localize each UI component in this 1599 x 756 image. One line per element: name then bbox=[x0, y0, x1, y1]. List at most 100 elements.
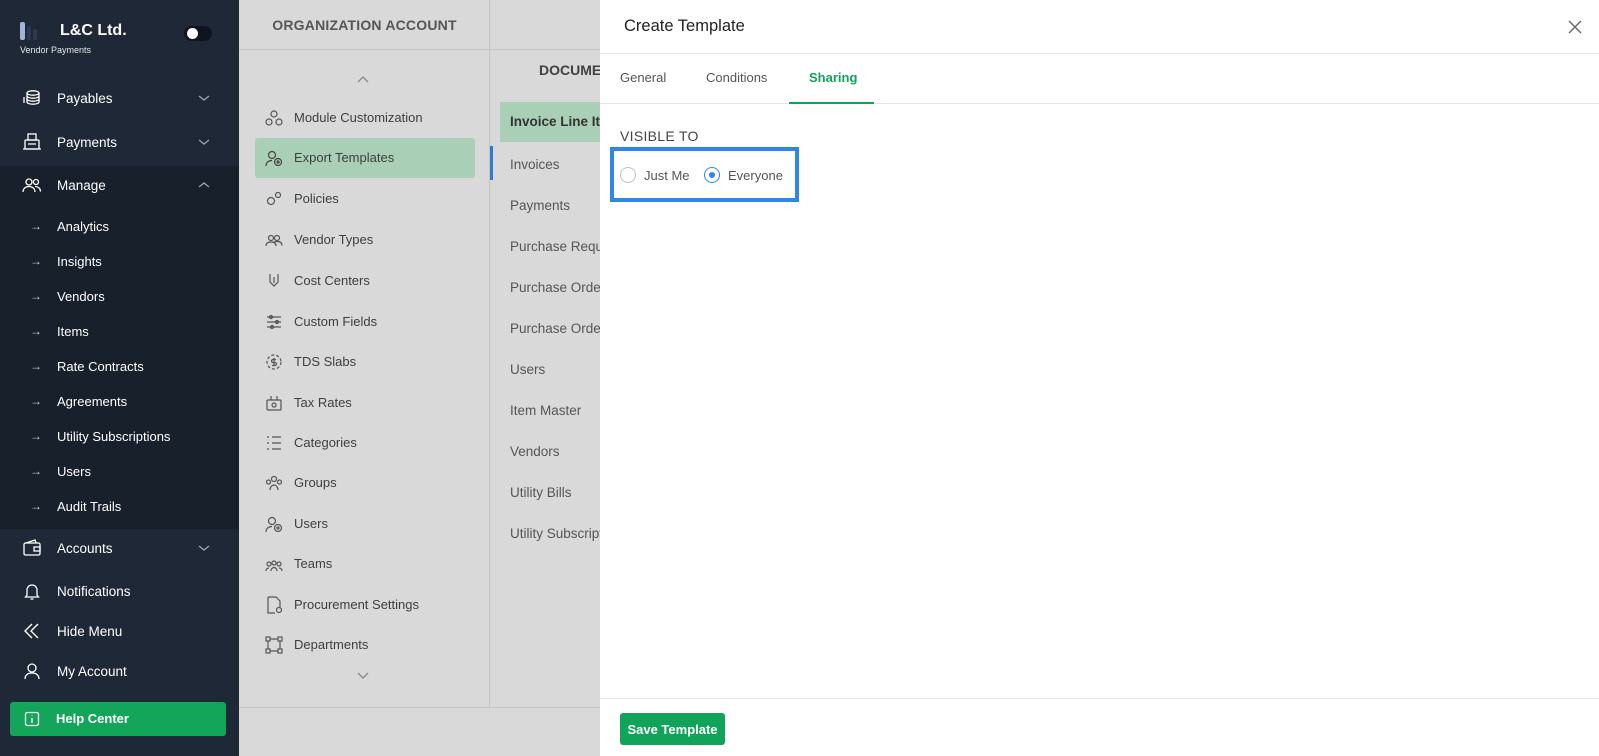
sidebar-item-notifications[interactable]: Notifications bbox=[0, 572, 239, 610]
sidebar-item-accounts[interactable]: Accounts bbox=[0, 529, 239, 567]
departments-icon bbox=[265, 636, 283, 654]
doc-item-payments[interactable]: Payments bbox=[500, 186, 600, 226]
org-item-groups[interactable]: Groups bbox=[255, 463, 475, 503]
sidebar-subitem-items[interactable]: → Items bbox=[0, 316, 239, 348]
arrow-right-icon: → bbox=[30, 254, 42, 268]
subitem-label: Insights bbox=[57, 254, 102, 269]
org-item-departments[interactable]: Departments bbox=[255, 625, 475, 665]
sidebar-subitem-utility-subscriptions[interactable]: → Utility Subscriptions bbox=[0, 421, 239, 453]
subitem-label: Rate Contracts bbox=[57, 359, 144, 374]
doc-item-label: Purchase Requests bbox=[510, 239, 600, 254]
subitem-label: Users bbox=[57, 464, 91, 479]
tax-icon bbox=[266, 396, 282, 411]
sidebar-item-hide-menu[interactable]: Hide Menu bbox=[0, 612, 239, 650]
brand-subtitle: Vendor Payments bbox=[20, 45, 92, 55]
org-item-label: Policies bbox=[294, 191, 339, 206]
tab-sharing[interactable]: Sharing bbox=[789, 54, 874, 104]
doc-item-item-master[interactable]: Item Master bbox=[500, 391, 600, 431]
scroll-down-icon[interactable] bbox=[357, 672, 369, 680]
org-panel-title: ORGANIZATION ACCOUNT bbox=[239, 0, 490, 50]
doc-item-utility-subscriptions[interactable]: Utility Subscriptions bbox=[500, 514, 600, 554]
doc-item-purchase-requests[interactable]: Purchase Requests bbox=[500, 227, 600, 267]
org-item-custom-fields[interactable]: Custom Fields bbox=[255, 302, 475, 342]
radio-everyone[interactable]: Everyone bbox=[704, 165, 794, 185]
sidebar-item-my-account[interactable]: My Account bbox=[0, 652, 239, 690]
doc-item-label: Invoice Line Items bbox=[510, 114, 600, 129]
chevron-down-icon bbox=[198, 95, 210, 101]
org-item-label: Departments bbox=[294, 637, 369, 652]
visible-to-label: VISIBLE TO bbox=[620, 128, 699, 144]
sidebar-item-label: Payables bbox=[57, 90, 113, 106]
doc-item-invoices[interactable]: Invoices bbox=[500, 145, 600, 185]
double-chevron-left-icon bbox=[24, 623, 39, 639]
save-template-button[interactable]: Save Template bbox=[620, 713, 725, 745]
org-item-tax-rates[interactable]: Tax Rates bbox=[255, 383, 475, 423]
tab-label: Conditions bbox=[706, 70, 768, 85]
doc-item-invoice-line-items[interactable]: Invoice Line Items bbox=[500, 102, 600, 142]
subitem-label: Vendors bbox=[57, 289, 105, 304]
sidebar: L&C Ltd. Vendor Payments Payables Paymen… bbox=[0, 0, 239, 756]
org-item-categories[interactable]: Categories bbox=[255, 423, 475, 463]
radio-just-me[interactable]: Just Me bbox=[620, 165, 700, 185]
org-item-label: Groups bbox=[294, 475, 337, 490]
document-settings-icon bbox=[267, 596, 283, 614]
manage-group: Manage → Analytics → Insights → Vendors … bbox=[0, 166, 239, 529]
sidebar-subitem-audit-trails[interactable]: → Audit Trails bbox=[0, 491, 239, 523]
team-icon bbox=[265, 560, 283, 572]
arrow-right-icon: → bbox=[30, 359, 42, 373]
doc-item-label: Purchase Order Items bbox=[510, 321, 600, 336]
arrow-right-icon: → bbox=[30, 219, 42, 233]
user-plus-icon bbox=[265, 150, 283, 167]
doc-item-users[interactable]: Users bbox=[500, 350, 600, 390]
theme-toggle[interactable] bbox=[184, 26, 212, 41]
sidebar-subitem-vendors[interactable]: → Vendors bbox=[0, 281, 239, 313]
org-item-label: Vendor Types bbox=[294, 232, 374, 247]
org-item-users[interactable]: Users bbox=[255, 504, 475, 544]
coins-icon bbox=[23, 90, 40, 105]
doc-item-label: Vendors bbox=[510, 444, 560, 459]
tab-conditions[interactable]: Conditions bbox=[706, 54, 786, 104]
org-item-label: Procurement Settings bbox=[294, 597, 420, 612]
org-item-tds-slabs[interactable]: TDS Slabs bbox=[255, 342, 475, 382]
tab-label: Sharing bbox=[809, 70, 858, 85]
info-icon bbox=[24, 711, 40, 727]
org-item-procurement-settings[interactable]: Procurement Settings bbox=[255, 585, 475, 625]
sidebar-item-manage[interactable]: Manage bbox=[0, 166, 239, 204]
doc-item-label: Purchase Orders bbox=[510, 280, 600, 295]
org-item-export-templates[interactable]: Export Templates bbox=[255, 138, 475, 178]
doc-item-vendors[interactable]: Vendors bbox=[500, 432, 600, 472]
org-item-module-customization[interactable]: Module Customization bbox=[255, 98, 475, 138]
org-item-policies[interactable]: Policies bbox=[255, 179, 475, 219]
chevron-down-icon bbox=[198, 139, 210, 145]
org-item-teams[interactable]: Teams bbox=[255, 544, 475, 584]
doc-item-purchase-order-items[interactable]: Purchase Order Items bbox=[500, 309, 600, 349]
doc-item-label: Invoices bbox=[510, 157, 560, 172]
doc-item-label: Item Master bbox=[510, 403, 582, 418]
sidebar-item-payables[interactable]: Payables bbox=[0, 79, 239, 117]
help-center-label: Help Center bbox=[56, 711, 129, 726]
register-icon bbox=[23, 133, 41, 150]
org-item-vendor-types[interactable]: Vendor Types bbox=[255, 220, 475, 260]
tab-general[interactable]: General bbox=[620, 54, 680, 104]
close-icon[interactable] bbox=[1566, 18, 1584, 36]
doc-item-purchase-orders[interactable]: Purchase Orders bbox=[500, 268, 600, 308]
org-item-label: Cost Centers bbox=[294, 273, 370, 288]
radio-circle bbox=[620, 167, 636, 183]
dollar-circle-icon bbox=[266, 354, 282, 370]
doc-item-label: Payments bbox=[510, 198, 571, 213]
scroll-up-icon[interactable] bbox=[357, 75, 369, 83]
sidebar-item-payments[interactable]: Payments bbox=[0, 123, 239, 161]
subitem-label: Agreements bbox=[57, 394, 128, 409]
sidebar-subitem-analytics[interactable]: → Analytics bbox=[0, 211, 239, 243]
sidebar-subitem-insights[interactable]: → Insights bbox=[0, 246, 239, 278]
sidebar-subitem-agreements[interactable]: → Agreements bbox=[0, 386, 239, 418]
doc-item-utility-bills[interactable]: Utility Bills bbox=[500, 473, 600, 513]
sidebar-subitem-rate-contracts[interactable]: → Rate Contracts bbox=[0, 351, 239, 383]
sliders-icon bbox=[267, 314, 281, 330]
brand-name: L&C Ltd. bbox=[60, 22, 127, 39]
doc-item-label: Users bbox=[510, 362, 546, 377]
sidebar-subitem-users[interactable]: → Users bbox=[0, 456, 239, 488]
subitem-label: Utility Subscriptions bbox=[57, 429, 171, 444]
help-center-button[interactable]: Help Center bbox=[10, 702, 226, 736]
org-item-cost-centers[interactable]: Cost Centers bbox=[255, 261, 475, 301]
